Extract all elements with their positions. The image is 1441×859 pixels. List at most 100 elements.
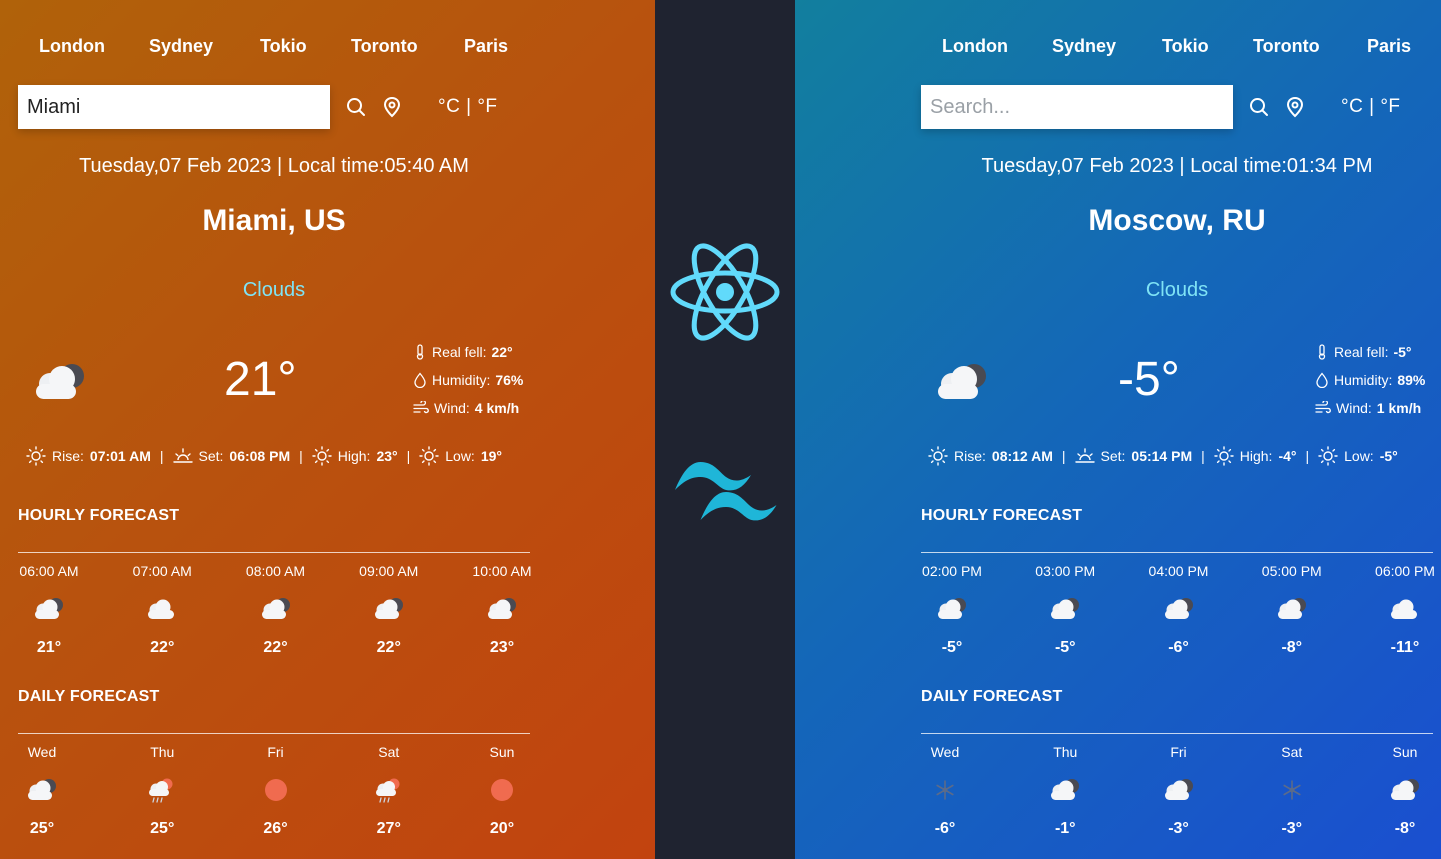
real-feel: Real fell: -5° bbox=[1315, 344, 1412, 360]
nav-city-paris[interactable]: Paris bbox=[464, 36, 508, 57]
nav-city-sydney[interactable]: Sydney bbox=[1052, 36, 1116, 57]
divider bbox=[18, 552, 530, 553]
unit-toggle[interactable]: °C | °F bbox=[1341, 96, 1401, 118]
wind-label: Wind: bbox=[434, 400, 470, 416]
hourly-forecast-title: HOURLY FORECAST bbox=[921, 507, 1083, 524]
wind: Wind: 1 km/h bbox=[1315, 400, 1421, 416]
sunset-icon bbox=[172, 448, 193, 463]
tailwind-logo-icon bbox=[675, 462, 777, 521]
sun-icon bbox=[312, 446, 332, 466]
cloud-dark-icon bbox=[36, 364, 84, 399]
cloud-dark-icon bbox=[1277, 598, 1306, 619]
daily-forecast-label: Sun bbox=[489, 744, 515, 760]
high-value: 23° bbox=[376, 448, 398, 464]
daily-forecast-label: Wed bbox=[27, 744, 57, 760]
divider bbox=[18, 733, 530, 734]
daily-forecast-title: DAILY FORECAST bbox=[18, 688, 160, 705]
daily-forecast-label: Fri bbox=[1170, 744, 1187, 760]
weather-condition: Clouds bbox=[1145, 279, 1209, 301]
search-input[interactable] bbox=[921, 85, 1233, 129]
daily-forecast-temperature: 26° bbox=[263, 820, 288, 837]
search-icon[interactable] bbox=[1248, 96, 1270, 118]
humidity-value: 76% bbox=[495, 372, 524, 388]
hourly-forecast-label: 06:00 PM bbox=[1375, 563, 1435, 579]
hourly-forecast-label: 10:00 AM bbox=[472, 563, 532, 579]
daily-forecast-label: Sat bbox=[1281, 744, 1303, 760]
humidity-value: 89% bbox=[1397, 372, 1426, 388]
cloud-dark-icon bbox=[374, 598, 403, 619]
sunset-label: Set: bbox=[1100, 448, 1126, 464]
daily-forecast-temperature: 25° bbox=[29, 820, 55, 837]
daily-forecast-label: Wed bbox=[930, 744, 960, 760]
humidity-label: Humidity: bbox=[1334, 372, 1393, 388]
sunrise-label: Rise: bbox=[52, 448, 84, 464]
daily-forecast-temperature: 27° bbox=[376, 820, 401, 837]
cloud-rain-sun-icon bbox=[149, 778, 173, 803]
hourly-forecast-temperature: -11° bbox=[1390, 639, 1420, 656]
search-input[interactable] bbox=[18, 85, 330, 129]
cloud-dark-icon bbox=[1164, 598, 1193, 619]
separator: | bbox=[1201, 448, 1205, 464]
separator: | bbox=[299, 448, 303, 464]
separator: | bbox=[406, 448, 411, 464]
cloud-icon bbox=[148, 599, 175, 619]
sunrise-value: 07:01 AM bbox=[89, 448, 151, 464]
wind-label: Wind: bbox=[1336, 400, 1372, 416]
hourly-forecast-temperature: -8° bbox=[1281, 639, 1303, 656]
nav-city-sydney[interactable]: Sydney bbox=[149, 36, 213, 57]
nav-city-london[interactable]: London bbox=[942, 36, 1008, 57]
daily-forecast-label: Sat bbox=[378, 744, 400, 760]
daily-forecast-temperature: -8° bbox=[1394, 820, 1416, 837]
city-title: Moscow, RU bbox=[1088, 204, 1266, 237]
nav-city-tokio[interactable]: Tokio bbox=[1162, 36, 1209, 57]
thermometer-icon bbox=[1318, 344, 1326, 360]
weather-condition: Clouds bbox=[242, 279, 306, 301]
humidity: Humidity: 89% bbox=[1315, 372, 1425, 388]
real-feel-value: -5° bbox=[1393, 344, 1412, 360]
divider bbox=[921, 733, 1433, 734]
nav-city-paris[interactable]: Paris bbox=[1367, 36, 1411, 57]
sunset-label: Set: bbox=[198, 448, 224, 464]
high-value: -4° bbox=[1278, 448, 1297, 464]
location-pin-icon[interactable] bbox=[381, 96, 403, 118]
search-icon[interactable] bbox=[345, 96, 367, 118]
humidity: Humidity: 76% bbox=[413, 372, 523, 388]
thermometer-icon bbox=[416, 344, 424, 360]
low-label: Low: bbox=[445, 448, 475, 464]
sun-icon bbox=[26, 446, 46, 466]
wind-icon bbox=[1315, 401, 1331, 414]
daily-forecast-temperature: 20° bbox=[489, 820, 515, 837]
cloud-dark-icon bbox=[28, 779, 56, 800]
weather-panel-miami: London Sydney Tokio Toronto Paris °C | °… bbox=[0, 0, 655, 859]
hourly-forecast-temperature: 21° bbox=[36, 639, 62, 656]
humidity-label: Humidity: bbox=[432, 372, 491, 388]
nav-city-london[interactable]: London bbox=[39, 36, 105, 57]
daily-forecast-label: Fri bbox=[267, 744, 284, 760]
sun-icon bbox=[419, 446, 439, 466]
sunrise-label: Rise: bbox=[954, 448, 986, 464]
hourly-forecast-title: HOURLY FORECAST bbox=[18, 507, 180, 524]
weather-panel-moscow: London Sydney Tokio Toronto Paris °C | °… bbox=[795, 0, 1441, 859]
nav-city-tokio[interactable]: Tokio bbox=[260, 36, 307, 57]
location-pin-icon[interactable] bbox=[1284, 96, 1306, 118]
hourly-forecast-temperature: 23° bbox=[489, 639, 515, 656]
cloud-dark-icon bbox=[261, 598, 290, 619]
cloud-dark-icon bbox=[35, 598, 63, 619]
nav-city-toronto[interactable]: Toronto bbox=[1253, 36, 1320, 57]
low-label: Low: bbox=[1344, 448, 1374, 464]
droplet-icon bbox=[1316, 372, 1328, 388]
nav-city-toronto[interactable]: Toronto bbox=[351, 36, 418, 57]
wind: Wind: 4 km/h bbox=[413, 400, 519, 416]
cloud-dark-icon bbox=[1051, 779, 1080, 800]
hourly-forecast-label: 04:00 PM bbox=[1148, 563, 1209, 579]
hourly-forecast-label: 03:00 PM bbox=[1035, 563, 1096, 579]
droplet-icon bbox=[414, 372, 426, 388]
separator: | bbox=[1061, 448, 1066, 464]
sun-icon bbox=[928, 446, 948, 466]
low-value: -5° bbox=[1379, 448, 1398, 464]
hourly-forecast-temperature: -5° bbox=[941, 639, 963, 656]
sunrise-value: 08:12 AM bbox=[991, 448, 1053, 464]
hourly-forecast-temperature: 22° bbox=[150, 639, 175, 656]
unit-toggle[interactable]: °C | °F bbox=[438, 96, 498, 118]
sun-icon bbox=[491, 779, 513, 801]
